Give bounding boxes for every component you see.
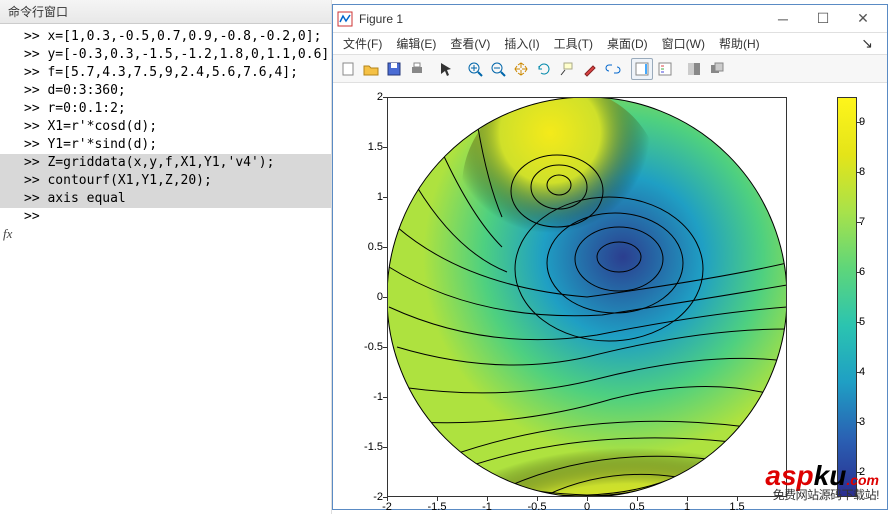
command-line[interactable]: >> y=[-0.3,0.3,-1.5,-1.2,1.8,0,1.1,0.6]; [0,46,331,64]
matlab-figure-icon [337,11,353,27]
zoom-out-icon[interactable] [487,58,509,80]
x-tick-label: -0.5 [528,501,547,513]
y-tick [383,247,387,248]
figure-plot-area: 23456789 aspku.com 免费网站源码下载站! -2 -1.5 -1 -0… [333,83,887,509]
arrow-icon[interactable] [435,58,457,80]
figure-toolbar [333,55,887,83]
new-file-icon[interactable] [337,58,359,80]
colorbar-tick [857,322,861,323]
link-icon[interactable] [602,58,624,80]
menu-item[interactable]: 文件(F) [343,35,382,52]
menu-item[interactable]: 插入(I) [504,35,539,52]
dock-icon[interactable] [683,58,705,80]
y-tick [383,97,387,98]
figure-menubar: 文件(F) 编辑(E) 查看(V) 插入(I) 工具(T) 桌面(D) 窗口(W) 帮助(H)… [333,33,887,55]
x-tick-label: 0 [584,501,590,513]
axes-box [387,97,787,497]
menu-item[interactable]: 工具(T) [554,35,593,52]
menu-item[interactable]: 帮助(H) [719,35,760,52]
zoom-in-icon[interactable] [464,58,486,80]
command-line[interactable]: >> axis equal [0,190,331,208]
command-line[interactable]: >> X1=r'*cosd(d); [0,118,331,136]
brush-icon[interactable] [579,58,601,80]
watermark: aspku.com 免费网站源码下载站! [765,460,879,503]
menu-item[interactable]: 桌面(D) [607,35,648,52]
command-line[interactable]: >> r=0:0.1:2; [0,100,331,118]
command-line[interactable]: >> d=0:3:360; [0,82,331,100]
rotate-icon[interactable] [533,58,555,80]
colorbar-gradient [837,97,857,497]
pan-icon[interactable] [510,58,532,80]
colorbar-tick [857,372,861,373]
colorbar-icon[interactable] [631,58,653,80]
command-window-title: 命令行窗口 [0,0,331,24]
save-icon[interactable] [383,58,405,80]
axes[interactable] [387,97,787,497]
undock-icon[interactable] [706,58,728,80]
menu-item[interactable]: 窗口(W) [662,35,705,52]
colorbar-tick [857,422,861,423]
y-tick [383,147,387,148]
colorbar[interactable]: 23456789 [837,97,857,497]
y-tick-label: 2 [353,91,383,103]
colorbar-tick [857,122,861,123]
colorbar-tick [857,222,861,223]
figure-window: Figure 1 ─ ☐ ✕ 文件(F) 编辑(E) 查看(V) 插入(I) 工具(T)… [332,4,888,510]
x-tick-label: -1 [482,501,492,513]
print-icon[interactable] [406,58,428,80]
figure-titlebar[interactable]: Figure 1 ─ ☐ ✕ [333,5,887,33]
command-window: 命令行窗口 >> x=[1,0.3,-0.5,0.7,0.9,-0.8,-0.2… [0,0,332,514]
y-tick-label: 1 [353,191,383,203]
legend-icon[interactable] [654,58,676,80]
x-tick-label: -2 [382,501,392,513]
expand-icon[interactable]: ↘ [861,35,873,52]
y-tick-label: -2 [353,491,383,503]
colorbar-tick [857,272,861,273]
y-tick-label: 0.5 [353,241,383,253]
menu-item[interactable]: 查看(V) [450,35,490,52]
command-line[interactable]: >> x=[1,0.3,-0.5,0.7,0.9,-0.8,-0.2,0]; [0,28,331,46]
y-tick-label: 1.5 [353,141,383,153]
x-tick-label: -1.5 [428,501,447,513]
command-line[interactable]: >> Z=griddata(x,y,f,X1,Y1,'v4'); [0,154,331,172]
y-tick [383,397,387,398]
x-tick-label: 1 [684,501,690,513]
command-window-body[interactable]: >> x=[1,0.3,-0.5,0.7,0.9,-0.8,-0.2,0];>>… [0,24,331,226]
command-line[interactable]: >> f=[5.7,4.3,7.5,9,2.4,5.6,7.6,4]; [0,64,331,82]
command-line[interactable]: >> contourf(X1,Y1,Z,20); [0,172,331,190]
command-line[interactable]: >> Y1=r'*sind(d); [0,136,331,154]
minimize-button[interactable]: ─ [763,7,803,31]
close-button[interactable]: ✕ [843,7,883,31]
y-tick [383,347,387,348]
data-cursor-icon[interactable] [556,58,578,80]
figure-title: Figure 1 [359,12,763,26]
y-tick [383,297,387,298]
fx-icon[interactable]: fx [3,226,12,242]
x-tick-label: 1.5 [729,501,744,513]
colorbar-tick [857,172,861,173]
maximize-button[interactable]: ☐ [803,7,843,31]
y-tick-label: -0.5 [353,341,383,353]
open-icon[interactable] [360,58,382,80]
x-tick-label: 0.5 [629,501,644,513]
menu-item[interactable]: 编辑(E) [396,35,436,52]
y-tick-label: 0 [353,291,383,303]
command-line[interactable]: >> [0,208,331,226]
y-tick-label: -1.5 [353,441,383,453]
y-tick-label: -1 [353,391,383,403]
y-tick [383,447,387,448]
y-tick [383,197,387,198]
